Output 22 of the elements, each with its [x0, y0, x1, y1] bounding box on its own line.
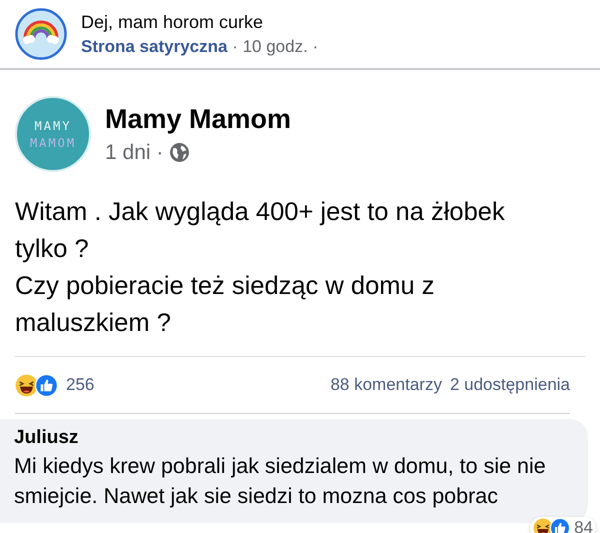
page-link[interactable]: Strona satyryczna	[81, 36, 228, 56]
commenter-name[interactable]: Juliusz	[14, 427, 574, 449]
globe-icon	[169, 142, 190, 163]
thumbs-up-icon	[35, 374, 58, 396]
comment-text: Mi kiedys krew pobrali jak siedzialem w domu, to sie nie smiejcie. Nawet jak sie siedzi to mozna cos pobrac	[14, 453, 547, 510]
post-text: Witam . Jak wygląda 400+ jest to na żłobek tylko ?	[15, 197, 506, 265]
comment-reaction-count: 84	[574, 518, 593, 533]
laughing-emoji-icon	[15, 374, 38, 396]
laughing-emoji-icon	[533, 518, 554, 533]
rainbow-avatar-icon	[15, 8, 67, 60]
post-time: 1 dni ·	[105, 140, 164, 164]
logo-text: MAMOM	[30, 136, 76, 150]
logo-text: MAMY	[34, 118, 72, 132]
shares-count[interactable]: 2 udostępnienia	[450, 375, 570, 395]
post-time: · 10 godz. ·	[232, 36, 318, 56]
comment-reactions[interactable]: 84	[530, 517, 596, 533]
post-text: Czy pobieracie też siedząc w domu z maluszkiem ?	[15, 271, 436, 339]
author-name[interactable]: Mamy Mamom	[105, 104, 292, 134]
comments-count[interactable]: 88 komentarzy	[330, 375, 442, 395]
thumbs-up-icon	[550, 518, 570, 533]
reaction-count[interactable]: 256	[66, 375, 94, 395]
group-name: Dej, mam horom curke	[81, 12, 264, 32]
